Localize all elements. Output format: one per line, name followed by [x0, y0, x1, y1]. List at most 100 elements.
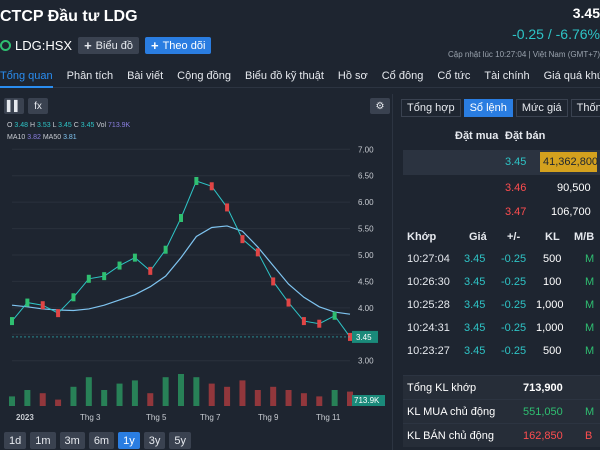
y-tick-label: 5.00 — [358, 251, 374, 260]
orderbook-row: 3.46 90,500 — [403, 176, 600, 201]
follow-button[interactable]: + Theo dõi — [144, 37, 212, 54]
ticker-symbol[interactable]: LDG:HSX — [0, 38, 72, 53]
volume-bar — [162, 377, 169, 406]
price-line — [11, 180, 351, 338]
nav-tab-overview[interactable]: Tổng quan — [0, 66, 53, 88]
tab-summary[interactable]: Tổng hợp — [401, 99, 461, 117]
price-candle — [209, 182, 214, 191]
trade-row: 10:23:27 3.45 -0.25 500 M — [403, 340, 600, 363]
volume-label: 713.9K — [354, 396, 380, 405]
ticker-logo-icon — [0, 40, 11, 51]
range-1y-button[interactable]: 1y — [118, 432, 140, 449]
volume-bar — [178, 374, 184, 406]
chart-button[interactable]: + Biểu đồ — [78, 37, 139, 54]
buy-volume-row: KL MUA chủ động 551,050 M — [403, 399, 600, 423]
ob-price: 3.45 — [505, 156, 527, 168]
range-5y-button[interactable]: 5y — [169, 432, 191, 449]
trading-panel: Tổng hợp Sổ lệnh Mức giá Thống kê Đặt mu… — [397, 94, 600, 450]
price-candle — [25, 298, 30, 307]
ob-ask-vol: 41,362,800 — [543, 156, 599, 168]
trade-vol: 1,000 — [536, 299, 564, 311]
y-tick-label: 4.00 — [358, 304, 374, 313]
nav-tab-dividends[interactable]: Cổ tức — [437, 66, 470, 88]
price-candle — [56, 309, 61, 318]
volume-bar — [147, 393, 154, 406]
legend-ma50-value: 3.81 — [63, 134, 77, 141]
volume-bar — [254, 390, 261, 406]
trade-row: 10:24:31 3.45 -0.25 1,000 M — [403, 317, 600, 340]
indicator-fx-icon[interactable]: fx — [28, 98, 48, 114]
trade-vol: 100 — [543, 276, 562, 288]
plus-icon: + — [84, 38, 92, 53]
trade-change: -0.25 — [501, 299, 527, 311]
trade-side: M — [585, 253, 595, 265]
bid-header: Đặt mua — [455, 130, 499, 142]
price-candle — [332, 311, 337, 320]
price-candle — [225, 203, 230, 212]
volume-bar — [224, 386, 231, 406]
trades-header: Khớp Giá +/- KL M/B — [407, 231, 597, 245]
nav-tab-technical-chart[interactable]: Biểu đồ kỹ thuật — [245, 66, 324, 88]
range-6m-button[interactable]: 6m — [88, 432, 115, 449]
volume-bar — [270, 386, 277, 406]
trade-time: 10:26:30 — [407, 276, 450, 288]
tab-price-levels[interactable]: Mức giá — [515, 99, 568, 117]
price-chart[interactable]: 7.006.506.005.505.004.504.003.503.003.45… — [0, 94, 393, 424]
nav-tab-shareholders[interactable]: Cổ đông — [382, 66, 424, 88]
volume-bar — [285, 390, 292, 406]
nav-tab-price-history[interactable]: Giá quá khứ — [544, 66, 600, 88]
trade-change: -0.25 — [501, 276, 527, 288]
trade-vol: 1,000 — [536, 322, 564, 334]
volume-bar — [300, 393, 307, 406]
trade-price: 3.45 — [464, 322, 486, 334]
price-candle — [194, 177, 199, 185]
legend-h-value: 3.53 — [37, 122, 51, 129]
nav-tab-analysis[interactable]: Phân tích — [67, 66, 113, 88]
x-tick-label: Thg 7 — [200, 413, 221, 422]
price-candle — [86, 274, 91, 283]
range-1m-button[interactable]: 1m — [30, 432, 56, 449]
trade-price: 3.45 — [464, 299, 486, 311]
volume-bar — [55, 399, 62, 406]
trade-time: 10:27:04 — [407, 253, 450, 265]
range-1d-button[interactable]: 1d — [4, 432, 27, 449]
trade-change: -0.25 — [501, 322, 527, 334]
trade-vol: 500 — [543, 253, 562, 265]
y-tick-label: 4.50 — [358, 277, 374, 286]
main-nav: Tổng quan Phân tích Bài viết Cộng đồng B… — [0, 66, 600, 88]
tab-orderbook[interactable]: Sổ lệnh — [463, 99, 513, 117]
bar-chart-icon[interactable]: ▌▌ — [4, 98, 24, 114]
nav-tab-articles[interactable]: Bài viết — [127, 66, 163, 88]
gear-icon[interactable]: ⚙ — [370, 98, 390, 114]
legend-l-value: 3.45 — [58, 122, 72, 129]
y-tick-label: 6.50 — [358, 172, 374, 181]
ob-ask-vol: 90,500 — [557, 182, 591, 194]
x-tick-label: Thg 5 — [146, 413, 167, 422]
ob-price: 3.46 — [505, 182, 527, 194]
y-tick-label: 3.00 — [358, 357, 374, 366]
trade-side: M — [585, 322, 595, 334]
buy-value: 551,050 — [523, 406, 563, 418]
price-candle — [102, 272, 107, 281]
legend-ma50-label: MA50 — [42, 134, 62, 141]
price-change: -0.25 / -6.76% — [512, 26, 600, 42]
range-3m-button[interactable]: 3m — [59, 432, 85, 449]
tab-statistics[interactable]: Thống kê — [570, 99, 600, 117]
legend-vol-value: 713.9K — [108, 122, 131, 129]
volume-bar — [131, 380, 138, 406]
trade-side: M — [585, 299, 595, 311]
trade-change: -0.25 — [501, 253, 527, 265]
volume-bar — [208, 383, 215, 406]
company-name: CTCP Đầu tư LDG — [0, 8, 138, 25]
volume-bar — [316, 396, 323, 406]
nav-tab-community[interactable]: Cộng đồng — [177, 66, 231, 88]
ohlc-legend: O 3.48 H 3.53 L 3.45 C 3.45 Vol 713.9K — [7, 122, 130, 129]
nav-tab-financials[interactable]: Tài chính — [484, 66, 529, 88]
buy-side: M — [585, 406, 595, 418]
volume-bar — [24, 390, 31, 406]
range-3y-button[interactable]: 3y — [143, 432, 166, 449]
trade-time: 10:23:27 — [407, 345, 450, 357]
price-candle — [271, 277, 276, 286]
price-candle — [10, 317, 14, 326]
nav-tab-profile[interactable]: Hồ sơ — [338, 66, 368, 88]
